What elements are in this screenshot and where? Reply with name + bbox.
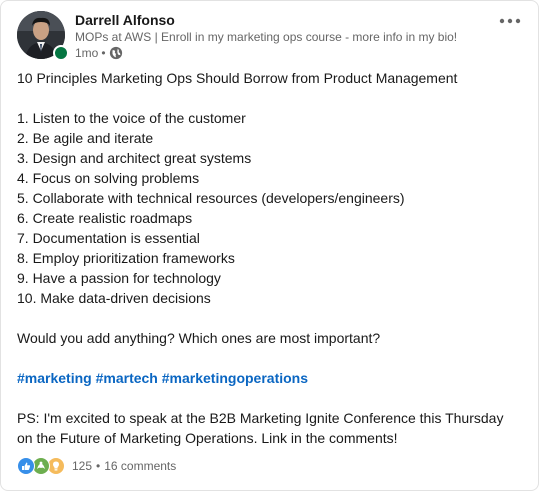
post-question: Would you add anything? Which ones are m… [17,330,381,346]
list-item: 5. Collaborate with technical resources … [17,190,405,206]
post-body: 10 Principles Marketing Ops Should Borro… [17,68,526,448]
post-title: 10 Principles Marketing Ops Should Borro… [17,70,458,86]
social-separator: • [96,459,101,473]
hashtag-link[interactable]: #marketing [17,370,92,386]
reactions-summary[interactable] [17,457,65,475]
like-icon [17,457,35,475]
hashtag-link[interactable]: #marketingoperations [162,370,308,386]
author-info: Darrell Alfonso MOPs at AWS | Enroll in … [75,11,482,61]
post-time: 1mo [75,46,99,60]
globe-icon [109,46,123,60]
list-item: 10. Make data-driven decisions [17,290,211,306]
post-ps-line: on the Future of Marketing Operations. L… [17,430,398,446]
author-headline: MOPs at AWS | Enroll in my marketing ops… [75,30,458,44]
list-item: 3. Design and architect great systems [17,150,252,166]
comments-count[interactable]: 16 comments [104,459,176,473]
reaction-count[interactable]: 125 [72,459,92,473]
more-horizontal-icon [499,18,521,24]
online-status-indicator [53,45,69,61]
post-card: Darrell Alfonso MOPs at AWS | Enroll in … [0,0,539,491]
post-ps-line: PS: I'm excited to speak at the B2B Mark… [17,410,504,426]
list-item: 2. Be agile and iterate [17,130,154,146]
list-item: 9. Have a passion for technology [17,270,221,286]
hashtag-link[interactable]: #martech [96,370,158,386]
list-item: 6. Create realistic roadmaps [17,210,193,226]
post-header: Darrell Alfonso MOPs at AWS | Enroll in … [17,11,522,63]
meta-separator: • [101,46,106,60]
author-name[interactable]: Darrell Alfonso [75,11,482,29]
list-item: 1. Listen to the voice of the customer [17,110,246,126]
list-item: 4. Focus on solving problems [17,170,200,186]
hashtag-line: #marketing #martech #marketingoperations [17,368,526,388]
more-options-button[interactable] [494,9,526,33]
social-counts: 125 • 16 comments [17,457,176,475]
list-item: 7. Documentation is essential [17,230,200,246]
list-item: 8. Employ prioritization frameworks [17,250,235,266]
post-meta: 1mo • [75,45,482,61]
